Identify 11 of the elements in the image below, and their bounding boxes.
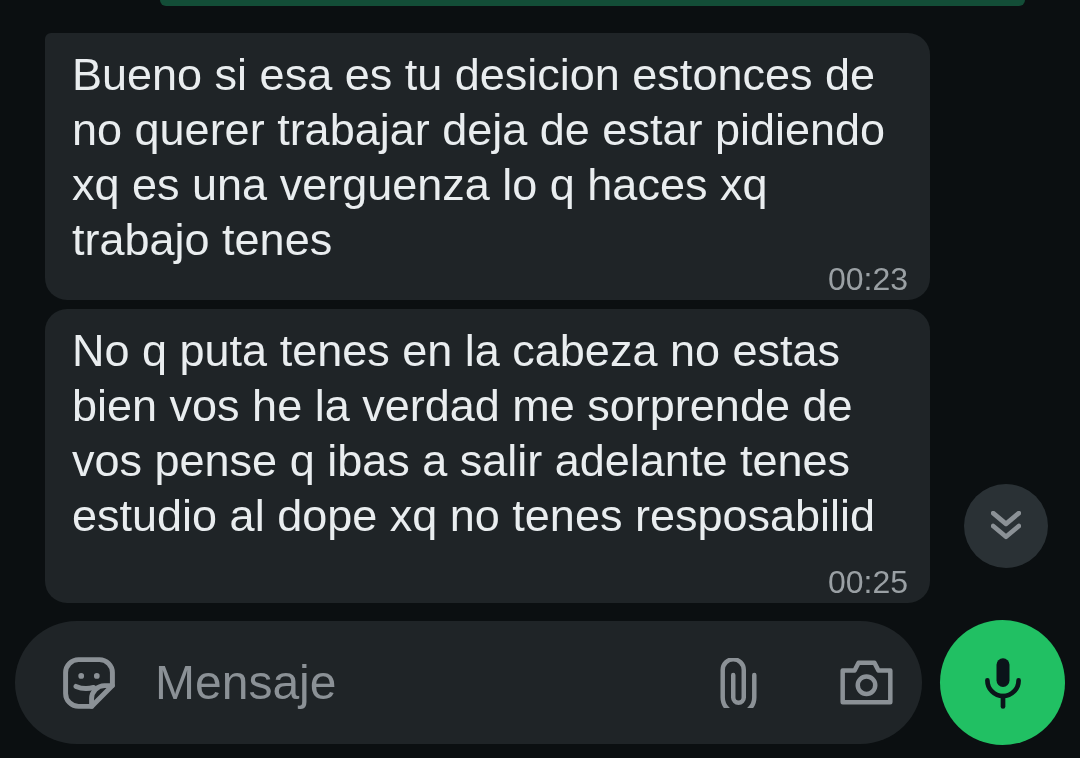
message-time: 00:25 [827,570,908,594]
paperclip-icon[interactable] [720,657,757,708]
message-text: Bueno si esa es tu desicion estonces de no querer trabajar deja de estar pidiendo xq es una verguenza lo q haces xq trabajo tenes [72,49,886,265]
microphone-icon [982,656,1023,709]
double-chevron-down-icon [991,511,1021,541]
message-text: No q puta tenes en la cabeza no estas bien vos he la verdad me sorprende de vos pense q ibas a salir adelante tenes estudio al dope xq no tenes resposabilid [72,325,876,541]
sticker-icon[interactable] [63,656,115,709]
camera-icon[interactable] [840,660,893,705]
message-input-bar[interactable]: Mensaje [15,621,922,744]
message-input-field[interactable]: Mensaje [155,652,700,713]
message-time: 00:23 [827,267,908,291]
